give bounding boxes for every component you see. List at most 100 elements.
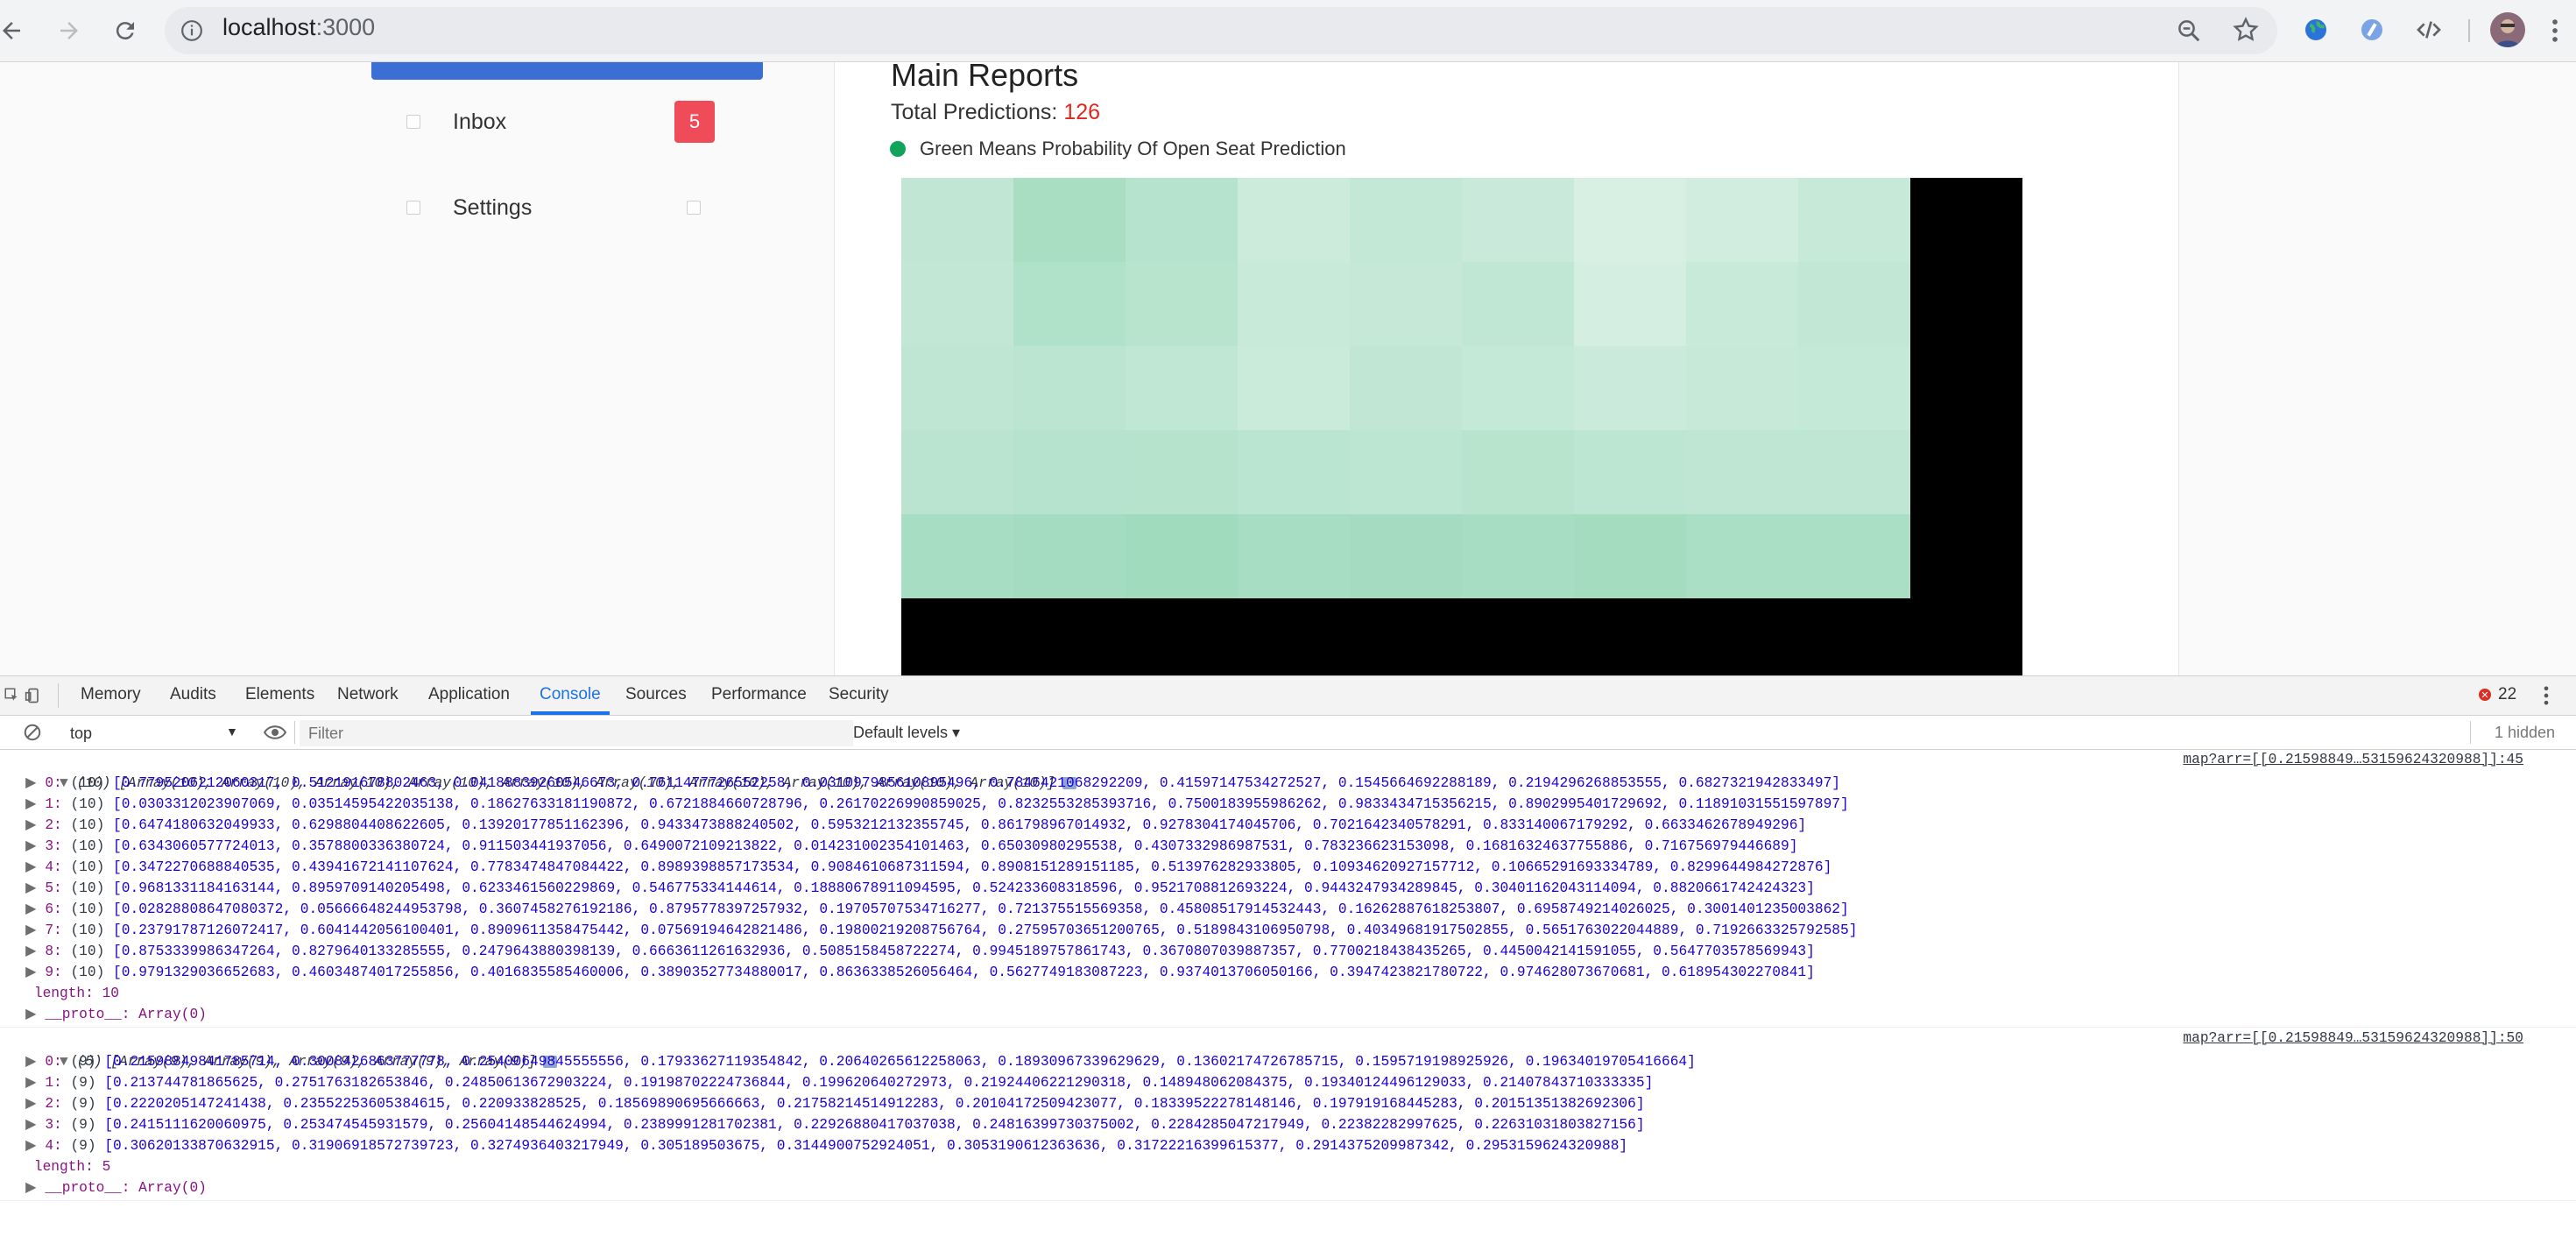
extension-blue-icon[interactable] xyxy=(2358,16,2386,48)
inspect-icon[interactable] xyxy=(4,687,19,707)
heatmap-cell xyxy=(1798,430,1910,514)
expand-arrow-icon[interactable]: ▶ xyxy=(0,1138,45,1154)
devtools-menu-icon[interactable] xyxy=(2542,683,2551,712)
reload-icon[interactable] xyxy=(109,14,142,47)
expand-arrow-icon[interactable]: ▶ xyxy=(0,1180,45,1196)
tab-network[interactable]: Network xyxy=(337,685,399,704)
menu-kebab-icon[interactable] xyxy=(2549,16,2561,50)
device-toolbar-icon[interactable] xyxy=(25,687,42,709)
tab-security[interactable]: Security xyxy=(829,685,889,704)
log-source-link[interactable]: map?arr=[[0.21598849…53159624320988]]:50 xyxy=(2183,1030,2523,1046)
expand-arrow-icon[interactable]: ▶ xyxy=(0,1075,45,1091)
array-row[interactable]: ▶ 3: (10) [0.6343060577724013, 0.3578800… xyxy=(0,836,1797,857)
heatmap-cell xyxy=(1798,346,1910,430)
expand-arrow-icon[interactable]: ▶ xyxy=(0,775,45,791)
tab-memory[interactable]: Memory xyxy=(81,685,141,704)
expand-arrow-icon[interactable]: ▶ xyxy=(0,1117,45,1133)
expand-arrow-icon[interactable]: ▶ xyxy=(0,1096,45,1112)
expand-arrow-icon[interactable]: ▶ xyxy=(0,838,45,854)
context-select[interactable]: top ▼ xyxy=(54,721,247,746)
row-values: [0.2220205147241438, 0.23552253605384615… xyxy=(104,1096,1645,1112)
row-values: [0.23791787126072417, 0.6041442056100401… xyxy=(113,922,1858,938)
array-proto[interactable]: ▶ __proto__: Array(0) xyxy=(0,1177,207,1198)
levels-dropdown[interactable]: Default levels ▾ xyxy=(853,724,960,742)
bookmark-star-icon[interactable] xyxy=(2232,16,2260,48)
tab-elements[interactable]: Elements xyxy=(245,685,314,704)
heatmap-cell xyxy=(1686,262,1798,346)
array-row[interactable]: ▶ 2: (9) [0.2220205147241438, 0.23552253… xyxy=(0,1093,1645,1114)
array-row[interactable]: ▶ 7: (10) [0.23791787126072417, 0.604144… xyxy=(0,920,1857,941)
address-bar[interactable] xyxy=(165,7,2277,54)
expand-arrow-icon[interactable]: ▶ xyxy=(0,859,45,875)
sidebar-item-settings[interactable]: Settings xyxy=(371,183,763,232)
total-predictions-label: Total Predictions: xyxy=(891,100,1064,124)
row-count: (9) xyxy=(70,1138,105,1154)
expand-arrow-icon[interactable]: ▶ xyxy=(0,901,45,917)
heatmap-cell xyxy=(1350,514,1462,598)
settings-icon xyxy=(406,201,420,215)
heatmap-cell xyxy=(1126,178,1238,262)
tab-application[interactable]: Application xyxy=(428,685,510,704)
array-row[interactable]: ▶ 1: (10) [0.0303312023907069, 0.0351459… xyxy=(0,794,1849,815)
log-source-link[interactable]: map?arr=[[0.21598849…53159624320988]]:45 xyxy=(2183,752,2523,767)
expand-arrow-icon[interactable]: ▶ xyxy=(0,817,45,833)
expand-arrow-icon[interactable]: ▶ xyxy=(0,1054,45,1070)
expand-arrow-icon[interactable]: ▶ xyxy=(0,965,45,980)
zoom-icon[interactable] xyxy=(2176,18,2202,48)
code-icon[interactable] xyxy=(2414,16,2444,48)
expand-arrow-icon[interactable]: ▶ xyxy=(0,922,45,938)
heatmap-cell xyxy=(1013,178,1126,262)
array-row[interactable]: ▶ 4: (9) [0.30620133870632915, 0.3190691… xyxy=(0,1135,1627,1156)
settings-expand-icon[interactable] xyxy=(687,201,701,215)
heatmap-cell xyxy=(1462,346,1574,430)
heatmap-cell xyxy=(1013,346,1126,430)
row-values: [0.9791329036652683, 0.46034874017255856… xyxy=(113,965,1815,980)
array-row[interactable]: ▶ 8: (10) [0.8753339986347264, 0.8279640… xyxy=(0,941,1815,962)
expand-arrow-icon[interactable]: ▶ xyxy=(0,796,45,812)
error-count[interactable]: 22 xyxy=(2498,685,2516,704)
row-count: (10) xyxy=(70,922,114,938)
array-row[interactable]: ▶ 5: (10) [0.9681331184163144, 0.8959709… xyxy=(0,878,1815,899)
row-values: [0.213744781865625, 0.2751763182653846, … xyxy=(104,1075,1654,1091)
log-entry-header[interactable]: ▼ (5) [Array(9), Array(9), Array(9), Arr… xyxy=(0,1030,558,1070)
url-text[interactable]: localhost:3000 xyxy=(222,14,375,41)
array-row[interactable]: ▶ 9: (10) [0.9791329036652683, 0.4603487… xyxy=(0,962,1815,983)
heatmap-cell xyxy=(1574,346,1686,430)
extension-globe-icon[interactable] xyxy=(2302,16,2330,48)
eye-icon[interactable] xyxy=(263,723,287,746)
tab-performance[interactable]: Performance xyxy=(711,685,807,704)
sidebar-active-item[interactable] xyxy=(371,62,763,80)
array-row[interactable]: ▶ 0: (9) [0.21598849841785714, 0.3008426… xyxy=(0,1051,1696,1072)
avatar[interactable] xyxy=(2490,12,2525,47)
log-entry-header[interactable]: ▼ (10) [Array(10), Array(10), Array(10),… xyxy=(0,752,1076,791)
inbox-icon xyxy=(406,115,420,129)
tab-console[interactable]: Console xyxy=(540,685,601,704)
array-row[interactable]: ▶ 4: (10) [0.3472270688840535, 0.4394167… xyxy=(0,857,1831,878)
array-row[interactable]: ▶ 2: (10) [0.6474180632049933, 0.6298804… xyxy=(0,815,1806,836)
expand-arrow-icon[interactable]: ▶ xyxy=(0,944,45,959)
array-proto-text: __proto__: Array(0) xyxy=(45,1007,207,1022)
log-separator xyxy=(0,1027,2576,1028)
heatmap-cell xyxy=(1462,430,1574,514)
clear-console-icon[interactable] xyxy=(23,723,42,746)
back-icon[interactable] xyxy=(0,14,28,47)
row-index: 1: xyxy=(45,796,71,812)
row-index: 2: xyxy=(45,817,71,833)
row-count: (10) xyxy=(70,965,114,980)
array-row[interactable]: ▶ 6: (10) [0.02828808647080372, 0.056666… xyxy=(0,899,1849,920)
forward-icon[interactable] xyxy=(53,14,86,47)
row-index: 8: xyxy=(45,944,71,959)
expand-arrow-icon[interactable]: ▶ xyxy=(0,880,45,896)
expand-arrow-icon[interactable]: ▶ xyxy=(0,1007,45,1022)
array-row[interactable]: ▶ 1: (9) [0.213744781865625, 0.275176318… xyxy=(0,1072,1653,1093)
toolbar-divider xyxy=(2468,19,2470,42)
tab-audits[interactable]: Audits xyxy=(170,685,216,704)
array-proto[interactable]: ▶ __proto__: Array(0) xyxy=(0,1004,207,1025)
array-row[interactable]: ▶ 3: (9) [0.2415111620060975, 0.25347454… xyxy=(0,1114,1644,1135)
filter-input[interactable] xyxy=(300,720,853,746)
tab-sources[interactable]: Sources xyxy=(625,685,687,704)
array-row[interactable]: ▶ 0: (10) [0.7795206212060317, 0.5121916… xyxy=(0,773,1840,794)
info-icon[interactable] xyxy=(180,19,203,46)
devtools-panel: Memory Audits Elements Network Applicati… xyxy=(0,675,2576,1244)
heatmap-cell xyxy=(1574,262,1686,346)
